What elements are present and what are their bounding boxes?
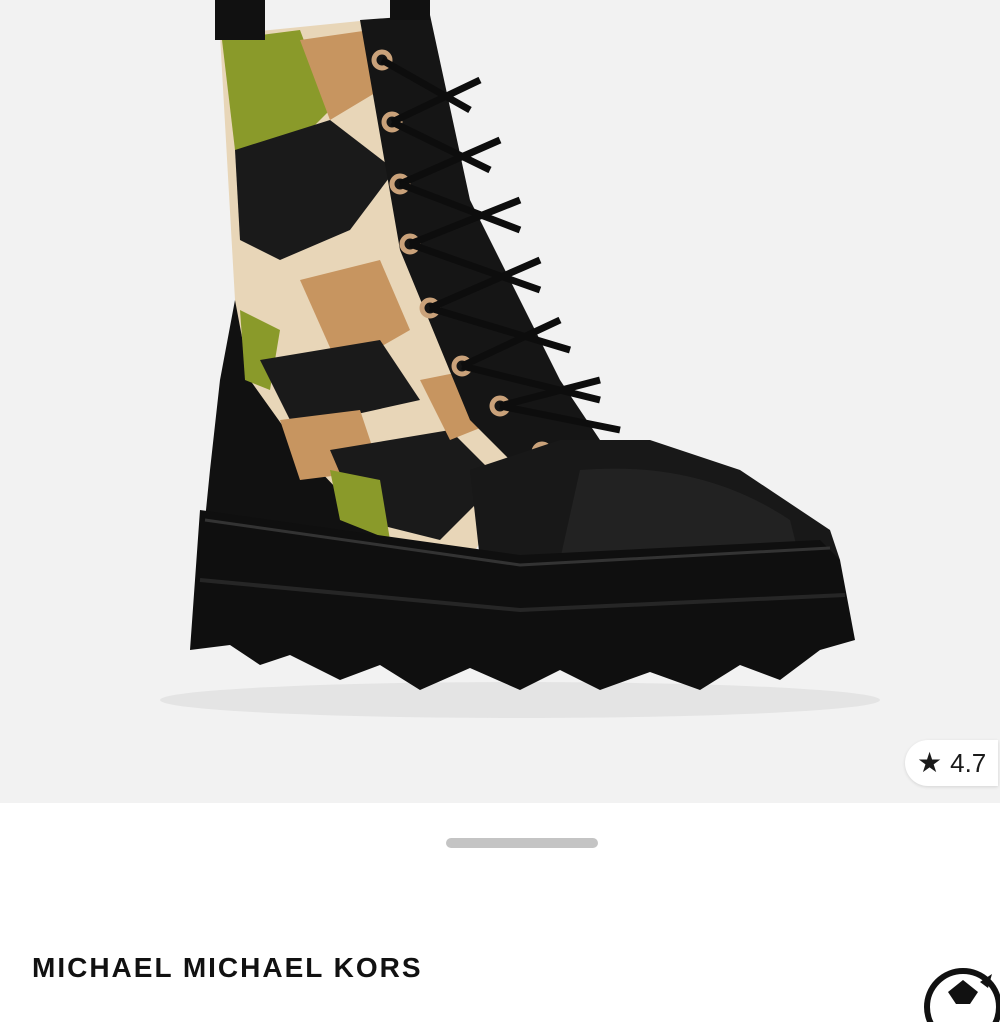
product-image[interactable]: ★ 4.7 xyxy=(0,0,1000,803)
rating-badge[interactable]: ★ 4.7 xyxy=(905,740,999,786)
carousel-handle[interactable] xyxy=(446,838,598,848)
brand-logo-icon[interactable] xyxy=(918,962,1000,1027)
rating-value: 4.7 xyxy=(950,747,987,778)
brand-name: MICHAEL MICHAEL KORS xyxy=(32,952,423,983)
star-icon: ★ xyxy=(917,747,943,778)
boot-illustration xyxy=(160,0,880,718)
